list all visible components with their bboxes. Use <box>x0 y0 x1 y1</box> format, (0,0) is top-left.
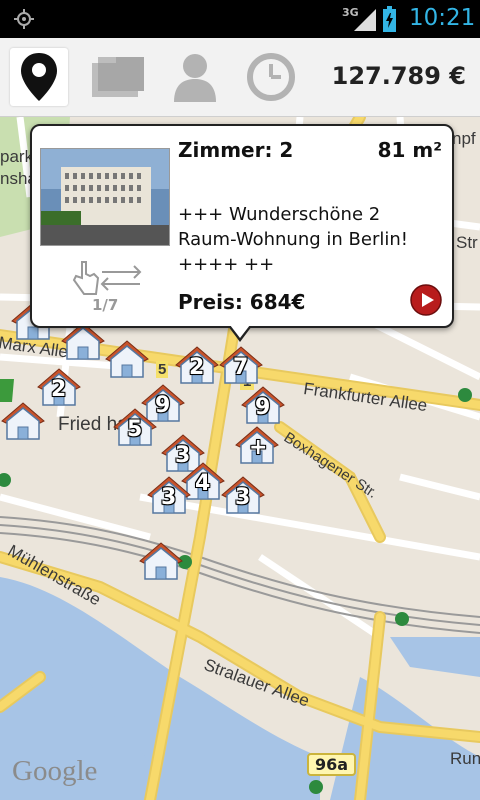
marker-count: + <box>249 435 268 460</box>
marker-count: 2 <box>51 377 67 402</box>
clock-icon <box>247 53 295 101</box>
property-marker[interactable]: 3 <box>146 475 192 517</box>
tab-map[interactable] <box>10 48 68 106</box>
clock-time: 10:21 <box>409 5 476 31</box>
swipe-hint-icon <box>72 261 142 295</box>
property-marker[interactable]: + <box>234 425 280 467</box>
property-marker[interactable]: 2 <box>174 345 220 387</box>
property-marker[interactable]: 7 <box>218 345 264 387</box>
battery-icon <box>383 6 396 32</box>
property-marker[interactable]: 9 <box>240 385 286 427</box>
property-marker[interactable]: 5 <box>112 407 158 449</box>
map-label-str: Str <box>456 233 478 252</box>
marker-count: 9 <box>255 395 271 420</box>
property-marker[interactable] <box>0 401 46 443</box>
app-toolbar: 127.789 € <box>0 38 480 117</box>
gps-icon <box>14 9 34 29</box>
property-marker[interactable]: 3 <box>220 475 266 517</box>
map-label-run: Run <box>450 749 480 768</box>
property-marker[interactable] <box>138 541 184 583</box>
property-marker[interactable] <box>104 339 150 381</box>
tab-profile[interactable] <box>166 48 224 106</box>
marker-count: 7 <box>233 355 249 380</box>
marker-count: 3 <box>235 485 251 510</box>
map-view[interactable]: park nshai npf Str Marx Allee Frankfurte… <box>0 117 480 800</box>
map-label-npf: npf <box>452 129 476 148</box>
listing-photo[interactable] <box>40 148 170 246</box>
listing-popup[interactable]: Zimmer: 2 81 m² +++ Wunderschöne 2 Raum-… <box>30 124 454 342</box>
listing-area: 81 m² <box>377 138 442 162</box>
marker-count: 5 <box>127 417 143 442</box>
listing-price: Preis: 684€ <box>178 290 306 314</box>
tab-history[interactable] <box>242 48 300 106</box>
signal-icon <box>354 9 376 31</box>
marker-count: 4 <box>195 471 211 496</box>
google-logo: Google <box>12 755 98 787</box>
listing-counter: 1/7 <box>92 296 119 314</box>
total-price: 127.789 € <box>331 62 466 90</box>
route-badge: 96a <box>307 753 357 776</box>
status-bar: 3G 10:21 <box>0 0 480 38</box>
person-icon <box>174 54 216 102</box>
listing-description: +++ Wunderschöne 2 Raum-Wohnung in Berli… <box>178 204 408 275</box>
map-label-route-5: 5 <box>156 361 169 378</box>
marker-count: 2 <box>189 355 205 380</box>
tab-folder[interactable] <box>88 48 146 106</box>
map-pin-icon <box>21 53 57 101</box>
folder-icon <box>92 57 144 97</box>
listing-rooms: Zimmer: 2 <box>178 138 294 162</box>
play-button[interactable] <box>410 284 442 316</box>
marker-count: 3 <box>161 485 177 510</box>
map-label-park: park <box>0 147 34 166</box>
